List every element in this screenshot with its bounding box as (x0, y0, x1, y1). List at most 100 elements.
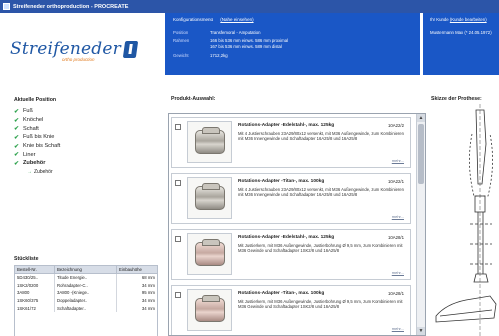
product-title: Rotations-Adapter -Edelstahl-, max. 125k… (238, 235, 335, 240)
window-titlebar: Streifeneder orthoproduction - PROCREATE (0, 0, 499, 13)
prosthesis-sketch-title: Skizze der Prothese: (431, 96, 482, 102)
arrow-right-icon: → (27, 169, 32, 176)
parts-cell: 68 mm (116, 273, 158, 282)
position-item-liner[interactable]: ✔ Liner (14, 150, 60, 159)
scroll-down-arrow-icon[interactable]: ▼ (417, 327, 425, 335)
product-more-link[interactable]: mehr... (392, 158, 404, 163)
position-item-ankle[interactable]: ✔ Knöchel (14, 116, 60, 125)
product-image (187, 289, 232, 331)
position-label: Fuß (23, 108, 33, 115)
position-label: Fuß bis Knie (23, 134, 55, 141)
product-image (187, 233, 232, 275)
scroll-up-arrow-icon[interactable]: ▲ (417, 114, 425, 122)
product-id: 10A28/1 (387, 291, 404, 296)
position-item-foot[interactable]: ✔ Fuß (14, 107, 60, 116)
parts-cell: 1SK60/375 (14, 296, 55, 305)
parts-header-description[interactable]: Bezeichnung (54, 265, 117, 274)
product-id: 10A28/1 (387, 235, 404, 240)
rotation-adapter-image (194, 295, 225, 322)
position-label: Zubehör (23, 160, 46, 167)
product-checkbox[interactable] (175, 236, 181, 242)
config-key: Rahmen (173, 38, 190, 43)
parts-cell: Schaftadapter.. (54, 304, 117, 312)
product-checkbox[interactable] (175, 180, 181, 186)
position-item-foot-to-knee[interactable]: ✔ Fuß bis Knie (14, 133, 60, 142)
product-id: 10A22/1 (387, 179, 404, 184)
parts-cell: 3A800 (14, 288, 55, 297)
alignment-lines (470, 223, 492, 265)
position-subitem-accessories[interactable]: → Zubehör (14, 168, 60, 177)
check-icon: ✔ (14, 143, 20, 150)
product-title: Rotations-Adapter -Titan-, max. 100kg (238, 179, 325, 184)
product-title: Rotations-Adapter -Titan-, max. 100kg (238, 291, 325, 296)
config-heading-row: Konfigurationsmenü (Nahe einsehen) (173, 17, 254, 22)
streifeneder-logo: Streifeneder ortho production (10, 39, 139, 62)
position-label: Knöchel (23, 117, 44, 124)
table-row[interactable]: 1SK60/375 Doppeladapter.. 34 mm (14, 296, 158, 305)
configuration-panel: Konfigurationsmenü (Nahe einsehen) Posit… (165, 13, 420, 75)
product-more-link[interactable]: mehr... (392, 214, 404, 219)
config-view-link[interactable]: (Nahe einsehen) (220, 17, 253, 22)
product-selection-title: Produkt-Auswahl: (171, 96, 216, 102)
table-row[interactable]: 1SK61/72 Schaftadapter.. 34 mm (14, 304, 158, 312)
check-icon: ✔ (14, 126, 20, 133)
product-description: Mit 4 Justierschrauben 23A29/80x12 verse… (238, 131, 404, 142)
position-label: Knie bis Schaft (23, 143, 61, 150)
position-item-accessories[interactable]: ✔ Zubehör (14, 159, 60, 168)
table-row[interactable]: 1SK2/0200 Rohradapter-C.. 34 mm (14, 281, 158, 289)
parts-header-height[interactable]: Einbauhöhe (116, 265, 158, 274)
check-icon: ✔ (14, 117, 20, 124)
parts-cell: Rohradapter-C.. (54, 281, 117, 289)
check-icon: ✔ (14, 152, 20, 159)
config-row-frame: Rahmen 166 bis 536 mm einws. 586 mm prox… (173, 38, 288, 43)
product-card[interactable]: Rotations-Adapter -Titan-, max. 100kg 10… (171, 285, 411, 335)
product-card[interactable]: Rotations-Adapter -Edelstahl-, max. 125k… (171, 117, 411, 168)
logo-wordmark: Streifeneder (10, 39, 121, 59)
parts-cell: 34 mm (116, 281, 158, 289)
ankle-adapter (473, 273, 489, 283)
product-more-link[interactable]: mehr... (392, 326, 404, 331)
foot-outline (435, 295, 497, 323)
config-value: 167 bis 536 mm einws. 589 mm distal (210, 44, 282, 49)
product-more-link[interactable]: mehr... (392, 270, 404, 275)
parts-cell: 95 mm (116, 288, 158, 297)
parts-cell: 3A800 -(Kniege.. (54, 288, 117, 297)
scrollbar-thumb[interactable] (418, 124, 424, 184)
product-checkbox[interactable] (175, 124, 181, 130)
product-card[interactable]: Rotations-Adapter -Titan-, max. 100kg 10… (171, 173, 411, 224)
parts-cell: 34 mm (116, 296, 158, 305)
customer-heading: Ihr Kunde (430, 17, 449, 22)
config-row-frame-2: 167 bis 536 mm einws. 589 mm distal (173, 44, 282, 49)
app-icon (3, 3, 10, 10)
product-card[interactable]: Rotations-Adapter -Edelstahl-, max. 125k… (171, 229, 411, 280)
config-row-weight: Gewicht 1712,2kg (173, 53, 228, 58)
customer-heading-row: Ihr Kunde (Kunde bearbeiten) (430, 17, 487, 22)
socket-outline (475, 109, 487, 185)
table-row[interactable]: 5D430/25.. Titude Energie.. 68 mm (14, 273, 158, 282)
config-key: Position (173, 30, 189, 35)
config-key (173, 44, 210, 49)
parts-cell: 5D430/25.. (14, 273, 55, 282)
parts-header-order-no[interactable]: Bestell-Nr. (14, 265, 55, 274)
position-item-shaft[interactable]: ✔ Schaft (14, 124, 60, 133)
table-row[interactable]: 3A800 3A800 -(Kniege.. 95 mm (14, 288, 158, 297)
config-key: Gewicht (173, 53, 189, 58)
parts-cell: 1SK61/72 (14, 304, 55, 312)
product-list-scrollbar[interactable]: ▲ ▼ (416, 114, 425, 335)
customer-panel: Ihr Kunde (Kunde bearbeiten) Mustermann … (423, 13, 499, 75)
config-value: 1712,2kg (210, 53, 228, 58)
position-label: Liner (23, 151, 36, 158)
socket-dashed-outline (469, 133, 493, 197)
parts-list-title: Stückliste (14, 256, 39, 262)
product-description: Mit Justierkern, mit M36 Außengewinde, J… (238, 243, 403, 254)
customer-edit-link[interactable]: (Kunde bearbeiten) (450, 17, 487, 22)
position-label: Schaft (23, 125, 39, 132)
rotation-adapter-image (194, 239, 225, 266)
check-icon: ✔ (14, 108, 20, 115)
position-item-knee-to-shaft[interactable]: ✔ Knie bis Schaft (14, 142, 60, 151)
rotation-adapter-image (194, 127, 225, 154)
product-checkbox[interactable] (175, 292, 181, 298)
position-sub-label: Zubehör (34, 169, 53, 176)
positions-title: Aktuelle Position (14, 97, 57, 103)
parts-table: Bestell-Nr. Bezeichnung Einbauhöhe 5D430… (14, 265, 158, 312)
